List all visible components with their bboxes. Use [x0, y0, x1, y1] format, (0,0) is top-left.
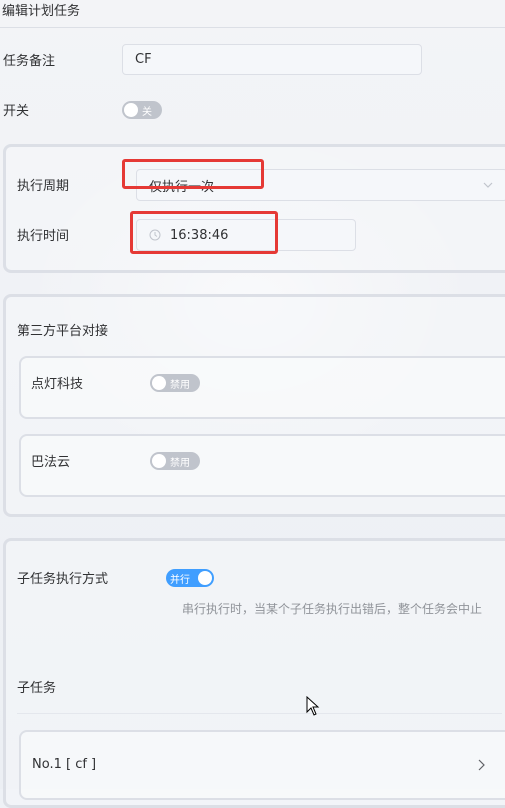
highlight-period — [122, 159, 264, 189]
third-party-switch-text: 禁用 — [170, 379, 190, 391]
third-party-switch[interactable]: 禁用 — [150, 452, 200, 470]
chevron-down-icon — [483, 182, 493, 188]
note-label: 任务备注 — [3, 54, 56, 69]
time-label: 执行时间 — [17, 229, 70, 244]
switch-knob — [198, 571, 212, 585]
switch-knob — [124, 103, 138, 117]
subtask-mode-label: 子任务执行方式 — [17, 572, 109, 587]
note-input-value: CF — [135, 52, 152, 67]
third-party-switch[interactable]: 禁用 — [150, 374, 200, 392]
highlight-time — [130, 211, 278, 254]
third-party-item — [19, 434, 505, 497]
mouse-cursor-icon — [306, 696, 320, 716]
chevron-right-icon — [478, 759, 485, 771]
subtask-mode-text: 并行 — [170, 574, 190, 586]
subtask-list-title: 子任务 — [17, 681, 57, 696]
page-title: 编辑计划任务 — [2, 4, 81, 19]
switch-knob — [152, 376, 166, 390]
subtask-item-label: No.1 [ cf ] — [32, 757, 97, 772]
switch-knob — [152, 454, 166, 468]
third-party-switch-text: 禁用 — [170, 457, 190, 469]
third-party-item — [19, 356, 505, 419]
note-input[interactable]: CF — [122, 44, 422, 75]
title-divider — [0, 27, 505, 28]
third-party-title: 第三方平台对接 — [17, 324, 109, 339]
enable-switch[interactable]: 关 — [122, 101, 162, 119]
third-party-name: 点灯科技 — [31, 377, 84, 392]
subtask-hint: 串行执行时，当某个子任务执行出错后，整个任务会中止 — [182, 602, 483, 616]
third-party-name: 巴法云 — [31, 455, 71, 470]
subtask-mode-switch[interactable]: 并行 — [166, 569, 214, 587]
enable-switch-text: 关 — [142, 106, 152, 118]
subtask-divider — [17, 713, 502, 714]
period-label: 执行周期 — [17, 179, 70, 194]
switch-label: 开关 — [3, 104, 30, 119]
